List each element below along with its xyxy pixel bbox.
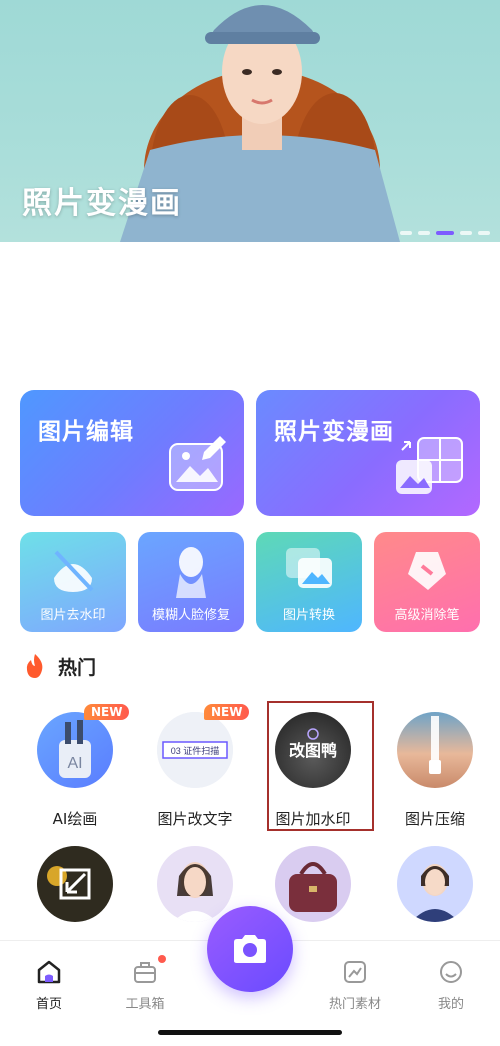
handbag-icon — [289, 862, 337, 912]
pagination-dot[interactable] — [460, 231, 472, 235]
section-header-hot: 热门 — [22, 652, 96, 680]
tool-thumbnail — [37, 846, 113, 922]
tool-thumb-text: 03 证件扫描 — [171, 745, 220, 756]
feature-card-photo-to-comic[interactable]: 照片变漫画 — [256, 390, 480, 516]
nav-label: 我的 — [437, 997, 464, 1012]
pagination-dot[interactable] — [418, 231, 430, 235]
new-badge: NEW — [204, 704, 250, 720]
camera-button[interactable] — [207, 906, 293, 992]
nav-toolbox[interactable]: 工具箱 — [100, 959, 190, 1012]
image-collage-icon — [396, 437, 463, 494]
pagination-dot[interactable] — [478, 231, 490, 235]
nav-home[interactable]: 首页 — [4, 959, 94, 1012]
section-title: 热门 — [58, 656, 97, 679]
nav-hot-material[interactable]: 热门素材 — [310, 959, 400, 1012]
profile-icon — [440, 961, 462, 983]
tool-thumbnail — [397, 712, 473, 788]
tool-label: 图片改文字 — [157, 810, 233, 828]
selection-highlight — [267, 701, 374, 831]
quick-tool-label: 模糊人脸修复 — [151, 608, 230, 623]
nav-label: 工具箱 — [125, 997, 165, 1012]
text-edit-thumb: 03 证件扫描 — [157, 712, 233, 788]
quick-tool-label: 高级消除笔 — [394, 608, 460, 623]
zip-icon — [429, 716, 441, 774]
tool-label: 图片压缩 — [404, 810, 465, 828]
tool-thumbnail — [275, 846, 351, 922]
notification-dot — [158, 955, 166, 963]
quick-tool-label: 图片转换 — [282, 608, 335, 623]
watermark-remove-icon — [54, 550, 94, 592]
tool-thumb-text: AI — [67, 755, 82, 772]
home-icon — [37, 960, 61, 984]
feature-card-label: 照片变漫画 — [274, 419, 394, 445]
hot-tool-image-text-edit[interactable]: 03 证件扫描 NEW 图片改文字 — [140, 704, 250, 834]
feature-card-label: 图片编辑 — [38, 419, 134, 445]
quick-tool-face-restore[interactable]: 模糊人脸修复 — [138, 532, 244, 632]
banner-pagination[interactable] — [400, 231, 490, 235]
material-icon — [344, 961, 366, 983]
toolbox-icon — [134, 962, 156, 983]
quick-tool-eraser[interactable]: 高级消除笔 — [374, 532, 480, 632]
ai-pencil-cup-icon: AI — [59, 720, 91, 778]
quick-tool-image-convert[interactable]: 图片转换 — [256, 532, 362, 632]
nav-profile[interactable]: 我的 — [406, 959, 496, 1012]
nav-label: 热门素材 — [328, 997, 381, 1012]
pagination-dot[interactable] — [400, 231, 412, 235]
tool-thumbnail — [157, 846, 233, 922]
camera-icon — [234, 935, 266, 963]
tool-thumbnail: AI — [37, 712, 113, 788]
resize-icon — [47, 866, 91, 900]
tool-thumbnail: 03 证件扫描 — [157, 712, 233, 788]
eraser-icon — [408, 552, 446, 590]
flame-icon — [26, 654, 43, 678]
quick-tool-watermark-remove[interactable]: 图片去水印 — [20, 532, 126, 632]
id-photo-thumb — [411, 864, 459, 922]
nav-label: 首页 — [35, 997, 62, 1012]
pagination-dot-active[interactable] — [436, 231, 454, 235]
banner-title: 照片变漫画 — [22, 186, 182, 221]
home-indicator — [158, 1030, 342, 1035]
hero-banner[interactable]: 照片变漫画 — [0, 0, 500, 242]
feature-card-image-edit[interactable]: 图片编辑 — [20, 390, 244, 516]
tool-label: AI绘画 — [52, 810, 98, 828]
hot-tool-ai-drawing[interactable]: AI NEW AI绘画 — [20, 704, 130, 834]
face-restore-icon — [176, 547, 206, 598]
portrait-thumb — [173, 862, 217, 922]
image-edit-icon — [169, 436, 226, 491]
tool-thumbnail — [397, 846, 473, 922]
hot-tool-image-compress[interactable]: 图片压缩 — [380, 704, 490, 834]
new-badge: NEW — [84, 704, 130, 720]
quick-tool-label: 图片去水印 — [40, 608, 106, 623]
image-convert-icon — [286, 548, 332, 588]
